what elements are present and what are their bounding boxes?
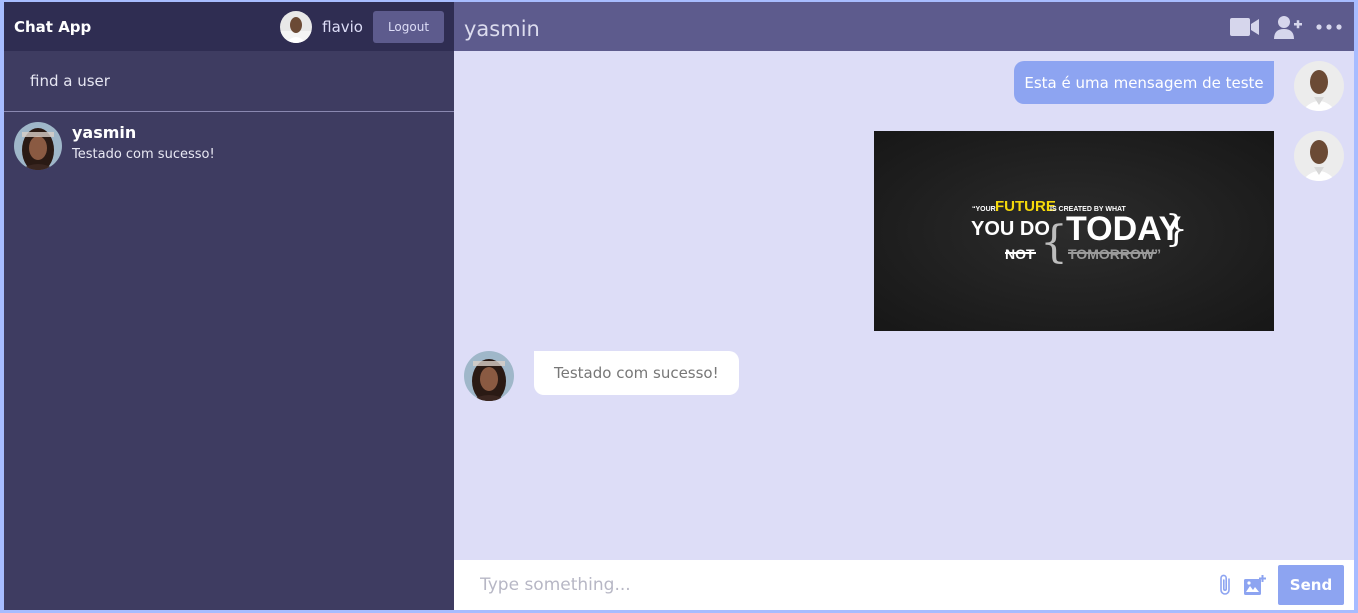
- current-user-name: flavio: [322, 17, 363, 36]
- current-user-avatar: [280, 10, 313, 43]
- svg-text:{: {: [1040, 217, 1068, 268]
- svg-text:}: }: [1165, 209, 1188, 250]
- chat-panel: yasmin Esta é uma mensagem de teste “YOU…: [454, 2, 1354, 610]
- contact-avatar: [14, 122, 62, 170]
- send-button[interactable]: Send: [1278, 565, 1344, 605]
- svg-text:YOU DO: YOU DO: [971, 218, 1050, 240]
- sidebar-navbar: Chat App flavio Logout: [4, 2, 454, 51]
- message-input[interactable]: [480, 575, 1218, 595]
- chat-app-window: Chat App flavio Logout find a user yasmi…: [4, 2, 1354, 610]
- message-image-sent[interactable]: “YOUR FUTURE IS CREATED BY WHAT YOU DO N…: [874, 131, 1274, 331]
- chat-list-item-name: yasmin: [72, 122, 137, 142]
- add-user-icon[interactable]: [1274, 15, 1302, 39]
- more-options-icon[interactable]: [1316, 23, 1342, 31]
- chat-list-item-last-message: Testado com sucesso!: [72, 146, 215, 162]
- sidebar: Chat App flavio Logout find a user yasmi…: [4, 2, 454, 610]
- svg-text:FUTURE: FUTURE: [995, 198, 1056, 215]
- messages-area: Esta é uma mensagem de teste “YOUR FUTUR…: [454, 51, 1354, 560]
- chat-header: yasmin: [454, 2, 1354, 51]
- message-sender-avatar: [1294, 61, 1344, 111]
- search-user-input[interactable]: [30, 72, 428, 90]
- chat-list-item[interactable]: yasmin Testado com sucesso!: [4, 112, 454, 180]
- send-tools: Send: [1218, 565, 1344, 605]
- chat-header-actions: [1230, 15, 1342, 39]
- message-sender-avatar: [1294, 131, 1344, 181]
- message-bubble-received: Testado com sucesso!: [534, 351, 739, 395]
- message-contact-avatar: [464, 351, 514, 401]
- attach-icon[interactable]: [1218, 573, 1232, 597]
- chat-list-item-info: yasmin Testado com sucesso!: [72, 123, 215, 162]
- chat-title: yasmin: [464, 16, 540, 41]
- add-image-icon[interactable]: [1244, 575, 1266, 595]
- svg-text:“YOUR: “YOUR: [972, 206, 996, 213]
- logout-button[interactable]: Logout: [373, 10, 444, 43]
- user-search: [4, 51, 454, 112]
- message-input-bar: Send: [454, 560, 1354, 610]
- video-camera-icon[interactable]: [1230, 16, 1260, 38]
- current-user: flavio Logout: [280, 10, 444, 43]
- app-logo: Chat App: [14, 17, 92, 36]
- message-bubble-sent: Esta é uma mensagem de teste: [1014, 61, 1274, 104]
